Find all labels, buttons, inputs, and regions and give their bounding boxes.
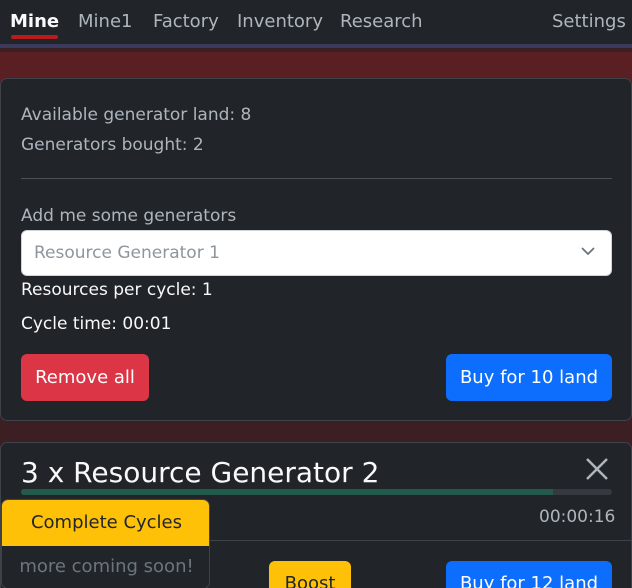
generator-select-value: Resource Generator 1 bbox=[34, 243, 220, 263]
active-tab-indicator bbox=[11, 35, 58, 39]
cycle-progress-bar bbox=[21, 489, 612, 495]
add-generators-label: Add me some generators bbox=[21, 206, 237, 226]
nav-tab-factory[interactable]: Factory bbox=[153, 11, 219, 32]
close-icon[interactable] bbox=[584, 456, 610, 482]
available-land-text: Available generator land: 8 bbox=[21, 105, 252, 125]
nav-tab-research[interactable]: Research bbox=[340, 11, 423, 32]
generators-bought-text: Generators bought: 2 bbox=[21, 135, 204, 155]
cycle-progress-fill bbox=[21, 489, 553, 495]
nav-tab-mine1[interactable]: Mine1 bbox=[78, 11, 132, 32]
boost-dropdown-menu: Complete Cycles more coming soon! bbox=[1, 499, 210, 588]
generator-row-title: 3 x Resource Generator 2 bbox=[21, 456, 380, 489]
dropdown-item-coming-soon: more coming soon! bbox=[19, 556, 194, 577]
generator-select[interactable]: Resource Generator 1 bbox=[21, 230, 612, 276]
divider bbox=[21, 178, 612, 179]
cycle-time-remaining: 00:00:16 bbox=[539, 507, 616, 527]
nav-settings[interactable]: Settings bbox=[552, 11, 626, 32]
remove-all-button[interactable]: Remove all bbox=[21, 354, 149, 401]
boost-button[interactable]: Boost bbox=[269, 561, 351, 588]
top-navbar: Mine Mine1 Factory Inventory Research Se… bbox=[0, 0, 632, 48]
resources-per-cycle-text: Resources per cycle: 1 bbox=[21, 280, 213, 300]
cycle-time-text: Cycle time: 00:01 bbox=[21, 314, 172, 334]
nav-tab-inventory[interactable]: Inventory bbox=[237, 11, 323, 32]
chevron-down-icon bbox=[581, 247, 595, 256]
buy-generator-button[interactable]: Buy for 10 land bbox=[446, 354, 612, 401]
nav-tab-mine[interactable]: Mine bbox=[10, 11, 59, 32]
dropdown-item-complete-cycles[interactable]: Complete Cycles bbox=[2, 500, 209, 546]
buy-more-button[interactable]: Buy for 12 land bbox=[446, 561, 612, 588]
